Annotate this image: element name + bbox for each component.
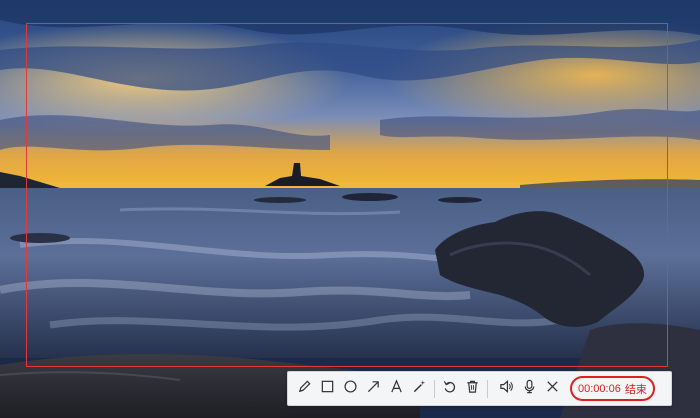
- speaker-icon: [499, 379, 514, 399]
- rectangle-icon: [320, 379, 335, 399]
- circle-tool-button[interactable]: [339, 375, 362, 403]
- recording-timer: 00:00:06: [578, 382, 621, 395]
- system-audio-button[interactable]: [495, 375, 518, 403]
- circle-icon: [343, 379, 358, 399]
- pencil-tool-button[interactable]: [293, 375, 316, 403]
- toolbar-separator: [434, 379, 435, 398]
- text-tool-button[interactable]: [385, 375, 408, 403]
- stop-recording-button[interactable]: 00:00:06 结束: [570, 376, 655, 401]
- end-label: 结束: [624, 383, 647, 396]
- close-icon: [545, 379, 560, 399]
- arrow-icon: [366, 379, 381, 399]
- close-button[interactable]: [541, 375, 564, 403]
- text-icon: [389, 378, 404, 399]
- recording-toolbar: 00:00:06 结束: [287, 371, 672, 406]
- background-photo: [0, 0, 700, 418]
- undo-icon: [442, 379, 457, 399]
- rectangle-tool-button[interactable]: [316, 375, 339, 403]
- toolbar-separator: [487, 379, 488, 398]
- magic-wand-tool-button[interactable]: [408, 375, 431, 403]
- magic-wand-icon: [412, 379, 427, 399]
- microphone-button[interactable]: [518, 375, 541, 403]
- microphone-icon: [522, 379, 537, 399]
- trash-icon: [465, 379, 480, 399]
- pencil-icon: [297, 379, 312, 399]
- undo-button[interactable]: [438, 375, 461, 403]
- arrow-tool-button[interactable]: [362, 375, 385, 403]
- delete-button[interactable]: [461, 375, 484, 403]
